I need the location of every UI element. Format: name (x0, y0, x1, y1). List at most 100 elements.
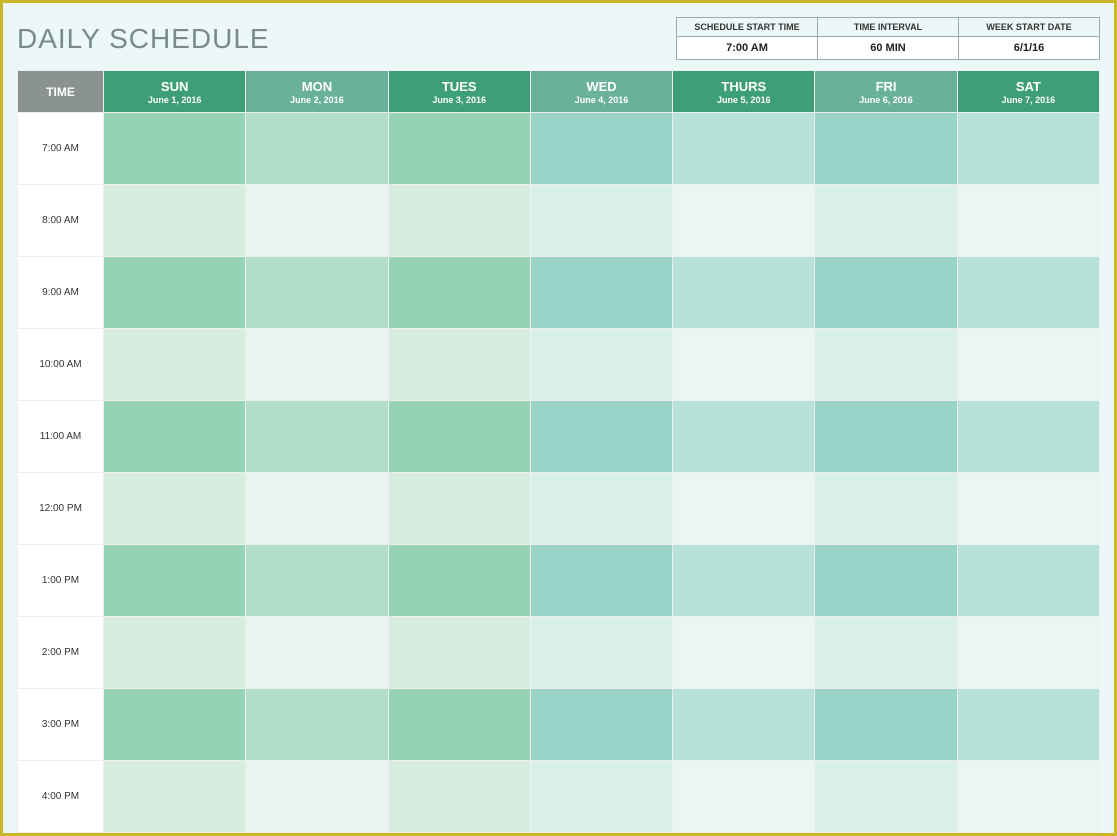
day-date: June 1, 2016 (104, 95, 245, 105)
schedule-cell[interactable] (388, 689, 530, 761)
header-time: TIME (18, 71, 104, 113)
schedule-cell[interactable] (957, 545, 1099, 617)
schedule-cell[interactable] (388, 545, 530, 617)
schedule-cell[interactable] (104, 329, 246, 401)
schedule-cell[interactable] (815, 545, 957, 617)
table-row: 2:00 PM (18, 617, 1100, 689)
schedule-cell[interactable] (104, 257, 246, 329)
schedule-cell[interactable] (957, 185, 1099, 257)
header-day-sun: SUN June 1, 2016 (104, 71, 246, 113)
schedule-cell[interactable] (104, 401, 246, 473)
schedule-cell[interactable] (388, 257, 530, 329)
time-cell: 7:00 AM (18, 113, 104, 185)
schedule-cell[interactable] (530, 545, 672, 617)
schedule-cell[interactable] (104, 185, 246, 257)
header-day-thu: THURS June 5, 2016 (673, 71, 815, 113)
schedule-cell[interactable] (246, 329, 388, 401)
schedule-cell[interactable] (246, 545, 388, 617)
schedule-cell[interactable] (957, 689, 1099, 761)
day-name: MON (246, 79, 387, 94)
schedule-cell[interactable] (815, 185, 957, 257)
time-cell: 9:00 AM (18, 257, 104, 329)
schedule-cell[interactable] (246, 257, 388, 329)
schedule-cell[interactable] (246, 689, 388, 761)
schedule-cell[interactable] (957, 761, 1099, 833)
schedule-cell[interactable] (530, 113, 672, 185)
schedule-cell[interactable] (530, 761, 672, 833)
schedule-cell[interactable] (104, 545, 246, 617)
time-cell: 12:00 PM (18, 473, 104, 545)
schedule-cell[interactable] (246, 113, 388, 185)
schedule-cell[interactable] (246, 473, 388, 545)
table-row: 3:00 PM (18, 689, 1100, 761)
schedule-cell[interactable] (673, 329, 815, 401)
schedule-cell[interactable] (530, 329, 672, 401)
meta-value-time-interval[interactable]: 60 MIN (818, 37, 958, 60)
schedule-cell[interactable] (246, 617, 388, 689)
schedule-cell[interactable] (104, 617, 246, 689)
schedule-cell[interactable] (815, 617, 957, 689)
schedule-cell[interactable] (815, 689, 957, 761)
schedule-cell[interactable] (673, 761, 815, 833)
schedule-cell[interactable] (530, 473, 672, 545)
schedule-cell[interactable] (673, 185, 815, 257)
day-date: June 6, 2016 (815, 95, 956, 105)
schedule-cell[interactable] (957, 113, 1099, 185)
schedule-cell[interactable] (673, 473, 815, 545)
schedule-cell[interactable] (673, 617, 815, 689)
schedule-cell[interactable] (530, 185, 672, 257)
day-name: SAT (958, 79, 1099, 94)
schedule-cell[interactable] (104, 761, 246, 833)
schedule-cell[interactable] (673, 113, 815, 185)
schedule-cell[interactable] (673, 257, 815, 329)
meta-col-time-interval: TIME INTERVAL 60 MIN (818, 18, 959, 60)
schedule-cell[interactable] (815, 113, 957, 185)
schedule-cell[interactable] (530, 689, 672, 761)
schedule-cell[interactable] (388, 185, 530, 257)
schedule-cell[interactable] (815, 761, 957, 833)
schedule-cell[interactable] (530, 617, 672, 689)
meta-col-week-start: WEEK START DATE 6/1/16 (959, 18, 1100, 60)
schedule-cell[interactable] (815, 473, 957, 545)
table-row: 10:00 AM (18, 329, 1100, 401)
table-row: 1:00 PM (18, 545, 1100, 617)
schedule-cell[interactable] (104, 689, 246, 761)
schedule-cell[interactable] (815, 329, 957, 401)
page-title: DAILY SCHEDULE (17, 17, 270, 55)
schedule-cell[interactable] (388, 761, 530, 833)
time-cell: 1:00 PM (18, 545, 104, 617)
schedule-cell[interactable] (246, 401, 388, 473)
header-day-fri: FRI June 6, 2016 (815, 71, 957, 113)
schedule-cell[interactable] (530, 401, 672, 473)
meta-value-week-start[interactable]: 6/1/16 (959, 37, 1099, 60)
schedule-cell[interactable] (815, 257, 957, 329)
schedule-cell[interactable] (673, 689, 815, 761)
schedule-cell[interactable] (246, 761, 388, 833)
schedule-cell[interactable] (957, 329, 1099, 401)
schedule-cell[interactable] (815, 401, 957, 473)
top-bar: DAILY SCHEDULE SCHEDULE START TIME 7:00 … (3, 3, 1114, 70)
schedule-cell[interactable] (673, 401, 815, 473)
schedule-cell[interactable] (104, 113, 246, 185)
schedule-cell[interactable] (957, 617, 1099, 689)
schedule-cell[interactable] (388, 401, 530, 473)
schedule-cell[interactable] (104, 473, 246, 545)
schedule-cell[interactable] (673, 545, 815, 617)
schedule-cell[interactable] (388, 617, 530, 689)
schedule-cell[interactable] (957, 473, 1099, 545)
day-name: FRI (815, 79, 956, 94)
schedule-cell[interactable] (388, 113, 530, 185)
schedule-cell[interactable] (957, 257, 1099, 329)
schedule-cell[interactable] (530, 257, 672, 329)
schedule-cell[interactable] (957, 401, 1099, 473)
day-date: June 7, 2016 (958, 95, 1099, 105)
time-cell: 3:00 PM (18, 689, 104, 761)
schedule-cell[interactable] (388, 329, 530, 401)
meta-label-time-interval: TIME INTERVAL (818, 18, 958, 37)
meta-value-start-time[interactable]: 7:00 AM (677, 37, 817, 60)
schedule-cell[interactable] (388, 473, 530, 545)
schedule-table: TIME SUN June 1, 2016 MON June 2, 2016 T… (17, 70, 1100, 833)
day-date: June 3, 2016 (389, 95, 530, 105)
table-row: 11:00 AM (18, 401, 1100, 473)
schedule-cell[interactable] (246, 185, 388, 257)
